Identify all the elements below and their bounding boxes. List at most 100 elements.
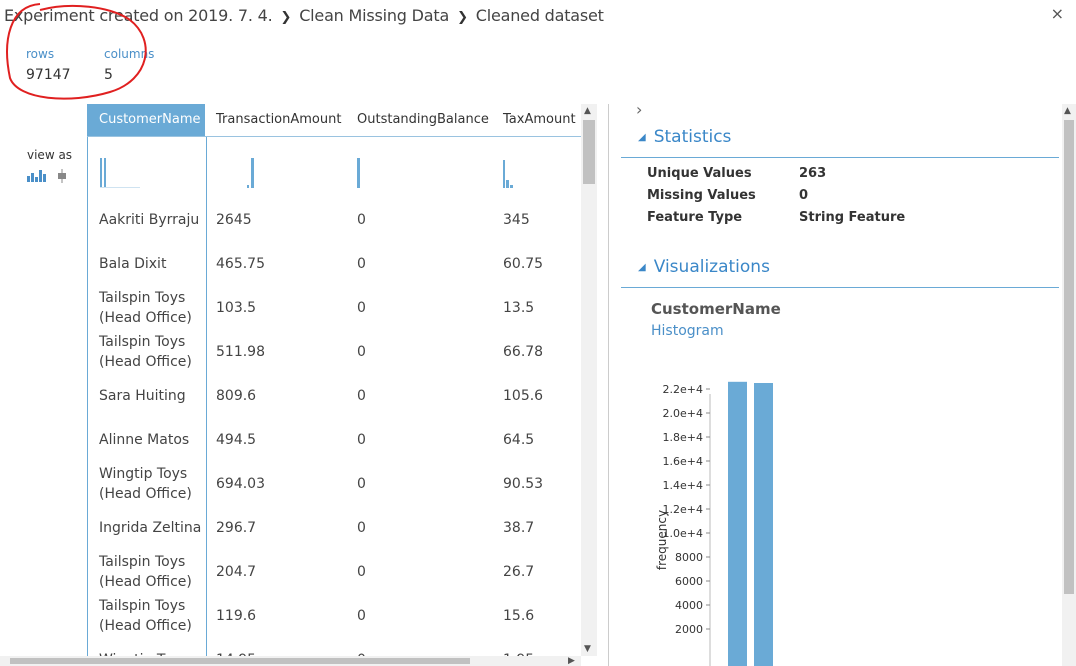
y-axis-label: frequency	[655, 510, 669, 570]
table-cell: Tailspin Toys (Head Office)	[99, 334, 192, 370]
table-cell: 0	[357, 476, 366, 492]
rows-label: rows	[26, 47, 55, 61]
table-vertical-scrollbar[interactable]: ▲ ▼	[581, 104, 597, 656]
scrollbar-thumb[interactable]	[1064, 120, 1074, 594]
table-row[interactable]: Alinne Matos 494.5 0 64.5	[87, 418, 581, 462]
y-tick-label: 2.0e+4	[663, 407, 703, 420]
table-cell: Wingtip Toys	[99, 638, 203, 656]
table-row[interactable]: Wingtip Toys (Head Office) 694.03 0 90.53	[87, 462, 581, 506]
y-tick-label: 2.2e+4	[663, 383, 703, 396]
stat-feature-type-value: String Feature	[799, 210, 906, 225]
section-divider	[621, 157, 1059, 158]
table-header: CustomerName TransactionAmount Outstandi…	[87, 104, 581, 137]
histogram-icon[interactable]	[27, 168, 47, 182]
statistics-section-header[interactable]: ◢ Statistics	[638, 127, 731, 147]
table-cell: 103.5	[216, 300, 257, 316]
close-icon[interactable]: ×	[1051, 4, 1064, 23]
table-cell: 0	[357, 432, 366, 448]
table-cell: Aakriti Byrraju	[99, 212, 200, 228]
table-cell: Ingrida Zeltina	[99, 520, 202, 536]
panel-divider	[608, 104, 609, 666]
scroll-up-icon[interactable]: ▲	[1064, 106, 1071, 116]
table-cell: Sara Huiting	[99, 388, 186, 404]
stat-feature-type-label: Feature Type	[647, 210, 743, 225]
chevron-right-icon: ❯	[280, 10, 292, 25]
table-cell: Bala Dixit	[99, 256, 167, 272]
stat-unique-values-value: 263	[799, 166, 827, 181]
y-tick-label: 4000	[675, 599, 703, 612]
columns-value: 5	[104, 67, 113, 83]
visualizations-title: Visualizations	[653, 257, 770, 277]
table-cell: 64.5	[503, 432, 535, 448]
histogram-chart: 20004000600080001.0e+41.2e+41.4e+41.6e+4…	[655, 381, 773, 666]
table-row[interactable]: Tailspin Toys (Head Office) 119.6 0 15.6	[87, 594, 581, 638]
table-cell: Wingtip Toys (Head Office)	[99, 466, 192, 502]
table-cell: Tailspin Toys (Head Office)	[99, 554, 192, 590]
table-cell: 105.6	[503, 388, 544, 404]
chevron-right-icon[interactable]: ›	[636, 100, 642, 119]
table-cell: 0	[357, 344, 366, 360]
statistics-title: Statistics	[653, 127, 732, 147]
column-spark-customername[interactable]	[100, 154, 140, 188]
y-tick-label: 1.4e+4	[663, 479, 703, 492]
visualization-column-name: CustomerName	[651, 300, 781, 318]
scroll-up-icon[interactable]: ▲	[584, 106, 591, 116]
panel-vertical-scrollbar[interactable]: ▲	[1062, 104, 1076, 666]
column-spark-transactionamount[interactable]	[216, 154, 256, 188]
table-cell: 0	[357, 212, 366, 228]
table-cell: 66.78	[503, 344, 544, 360]
table-cell: 0	[357, 300, 366, 316]
section-divider	[621, 287, 1059, 288]
scrollbar-thumb[interactable]	[583, 120, 595, 184]
column-header-taxamount[interactable]: TaxAmount	[503, 104, 576, 136]
table-cell: 15.6	[503, 608, 535, 624]
scroll-right-icon[interactable]: ▶	[568, 656, 575, 666]
table-cell: 694.03	[216, 476, 265, 492]
breadcrumb-item-module[interactable]: Clean Missing Data	[299, 6, 449, 25]
collapse-triangle-icon: ◢	[638, 262, 646, 273]
scrollbar-thumb[interactable]	[10, 658, 470, 664]
table-cell: 0	[357, 564, 366, 580]
data-table: CustomerName TransactionAmount Outstandi…	[87, 104, 581, 656]
table-row[interactable]: Tailspin Toys (Head Office) 511.98 0 66.78	[87, 330, 581, 374]
breadcrumb-item-dataset: Cleaned dataset	[475, 6, 604, 25]
scroll-down-icon[interactable]: ▼	[584, 644, 591, 654]
y-tick-label: 6000	[675, 575, 703, 588]
breadcrumb: Experiment created on 2019. 7. 4. ❯ Clean …	[4, 6, 604, 25]
breadcrumb-item-experiment[interactable]: Experiment created on 2019. 7. 4.	[4, 6, 273, 25]
table-row[interactable]: Tailspin Toys (Head Office) 103.5 0 13.5	[87, 286, 581, 330]
table-cell: 38.7	[503, 520, 535, 536]
histogram-bar[interactable]	[728, 381, 747, 666]
chevron-right-icon: ❯	[457, 10, 468, 25]
table-cell: 0	[357, 638, 366, 656]
table-cell: 119.6	[216, 608, 257, 624]
column-header-transactionamount[interactable]: TransactionAmount	[216, 104, 341, 136]
table-row[interactable]: Aakriti Byrraju 2645 0 345	[87, 198, 581, 242]
table-row[interactable]: Wingtip Toys 14.95 0 1.95	[87, 638, 581, 656]
table-cell: 0	[357, 388, 366, 404]
stat-missing-values-value: 0	[799, 188, 809, 203]
column-header-customername[interactable]: CustomerName	[87, 104, 205, 136]
column-spark-taxamount[interactable]	[503, 154, 533, 188]
table-row[interactable]: Sara Huiting 809.6 0 105.6	[87, 374, 581, 418]
column-spark-outstandingbalance[interactable]	[357, 154, 377, 188]
table-row[interactable]: Ingrida Zeltina 296.7 0 38.7	[87, 506, 581, 550]
table-cell: 2645	[216, 212, 252, 228]
view-as-label: view as	[27, 148, 73, 162]
table-cell: Alinne Matos	[99, 432, 190, 448]
visualizations-section-header[interactable]: ◢ Visualizations	[638, 257, 770, 277]
table-cell: 465.75	[216, 256, 265, 272]
view-as-toggle	[27, 168, 67, 183]
table-row[interactable]: Tailspin Toys (Head Office) 204.7 0 26.7	[87, 550, 581, 594]
table-cell: 0	[357, 520, 366, 536]
rows-value: 97147	[26, 67, 71, 83]
boxplot-icon[interactable]	[57, 168, 67, 183]
table-cell: Tailspin Toys (Head Office)	[99, 290, 192, 326]
table-row[interactable]: Bala Dixit 465.75 0 60.75	[87, 242, 581, 286]
table-horizontal-scrollbar[interactable]: ▶	[0, 656, 581, 666]
column-header-outstandingbalance[interactable]: OutstandingBalance	[357, 104, 489, 136]
y-tick-label: 8000	[675, 551, 703, 564]
visualization-type-link[interactable]: Histogram	[651, 323, 724, 339]
stat-unique-values-label: Unique Values	[647, 166, 752, 181]
histogram-bar[interactable]	[754, 383, 773, 666]
